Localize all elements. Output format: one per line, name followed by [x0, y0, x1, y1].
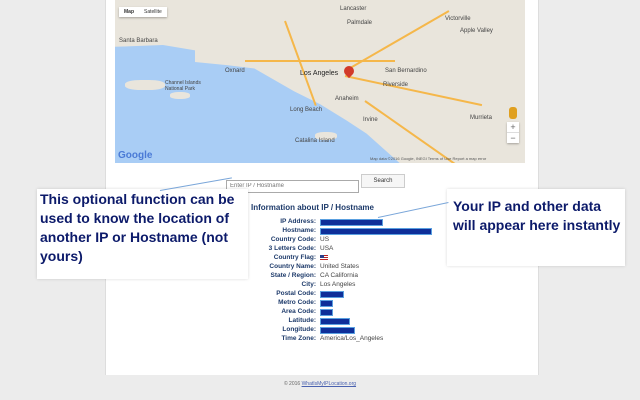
info-value: United States	[320, 263, 360, 270]
tab-satellite[interactable]: Satellite	[139, 7, 167, 17]
info-label: Country Name:	[269, 263, 316, 270]
info-label: Time Zone:	[281, 335, 316, 342]
info-value: US	[320, 236, 330, 243]
info-value: USA	[320, 245, 334, 252]
info-label: IP Address:	[280, 218, 316, 225]
map-label: Palmdale	[347, 20, 373, 26]
footer: © 2016 WhatIsMyIPLocation.org	[0, 381, 640, 387]
callout-search-hint: This optional function can be used to kn…	[37, 189, 248, 279]
map-highway	[245, 60, 395, 62]
map-type-tabs: Map Satellite	[119, 7, 167, 17]
info-value: America/Los_Angeles	[320, 335, 384, 342]
map-label: Victorville	[445, 16, 471, 22]
zoom-control: + −	[507, 122, 519, 143]
search-button[interactable]: Search	[361, 174, 405, 188]
info-label: City:	[301, 281, 316, 288]
info-label: Latitude:	[288, 317, 316, 324]
info-value: Los Angeles	[320, 281, 356, 288]
map-label: San Bernardino	[385, 68, 427, 74]
map-label: Murrieta	[470, 115, 493, 121]
info-label: Area Code:	[281, 308, 316, 315]
map-label: Los Angeles	[300, 70, 339, 77]
info-title: Information about IP / Hostname	[251, 203, 374, 212]
callout-info-hint: Your IP and other data will appear here …	[447, 189, 625, 266]
redacted-value	[320, 309, 333, 316]
zoom-in-button[interactable]: +	[507, 122, 519, 132]
map-label: Irvine	[363, 117, 378, 123]
map-label: Channel Islands National Park	[165, 80, 201, 92]
footer-site-link[interactable]: WhatIsMyIPLocation.org	[302, 381, 356, 387]
redacted-value	[320, 219, 383, 226]
info-label: 3 Letters Code:	[268, 245, 316, 252]
map-label: Santa Barbara	[119, 38, 158, 44]
info-label: Hostname:	[282, 227, 316, 234]
map-label: Long Beach	[290, 107, 323, 113]
redacted-value	[320, 318, 350, 325]
info-label: Metro Code:	[278, 299, 316, 306]
google-logo: Google	[118, 150, 153, 161]
redacted-value	[320, 327, 355, 334]
map-attribution[interactable]: Map data ©2016 Google, INEGI Terms of Us…	[370, 156, 486, 161]
tab-map[interactable]: Map	[119, 7, 139, 17]
map-label: Catalina Island	[295, 138, 335, 144]
info-value: CA California	[320, 272, 358, 279]
map-label: Lancaster	[340, 6, 367, 12]
redacted-value	[320, 228, 432, 235]
map[interactable]: Lancaster Victorville Apple Valley Palmd…	[115, 0, 525, 163]
copyright-text: © 2016	[283, 381, 301, 387]
redacted-value	[320, 291, 344, 298]
info-label: Longitude:	[282, 326, 316, 333]
info-label: State / Region:	[270, 272, 316, 279]
us-flag-icon	[320, 255, 328, 260]
map-island	[170, 92, 190, 99]
map-island	[125, 80, 165, 90]
map-label: Anaheim	[335, 96, 359, 102]
map-label: Apple Valley	[460, 28, 493, 34]
info-label: Country Code:	[270, 236, 316, 243]
info-label: Country Flag:	[273, 254, 316, 261]
map-label: Riverside	[383, 82, 409, 88]
map-label: Oxnard	[225, 68, 245, 74]
redacted-value	[320, 300, 333, 307]
info-label: Postal Code:	[276, 290, 316, 297]
street-view-pegman-icon[interactable]	[509, 107, 517, 119]
zoom-out-button[interactable]: −	[507, 132, 519, 143]
